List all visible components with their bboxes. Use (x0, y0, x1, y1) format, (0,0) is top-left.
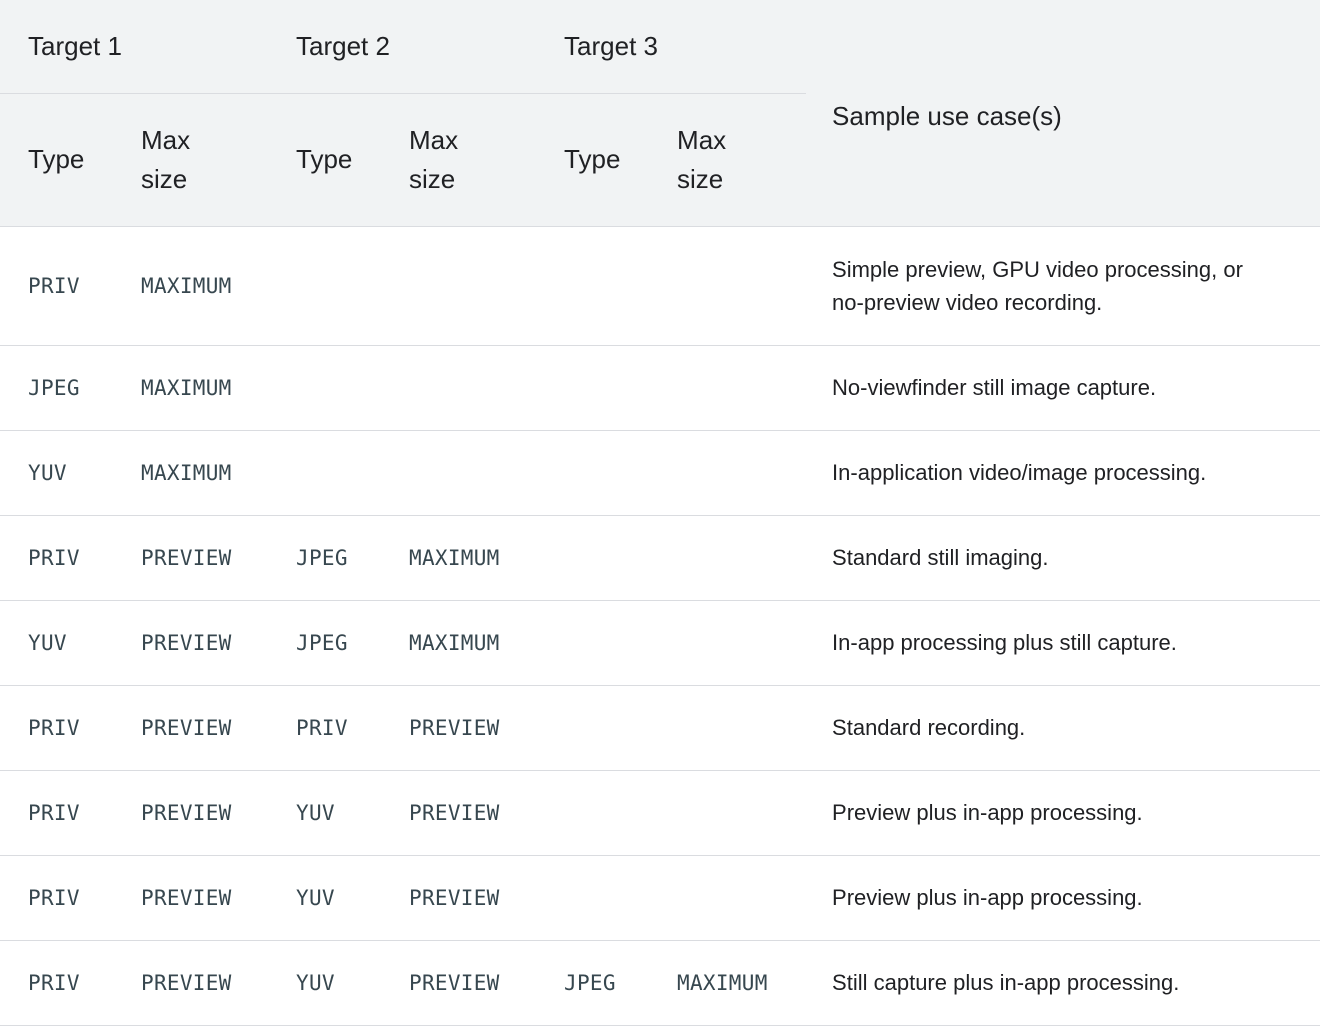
cell-t1-size: MAXIMUM (113, 345, 269, 431)
cell-t2-type: PRIV (268, 685, 382, 771)
max-size-line2: size (141, 163, 188, 194)
table-row: PRIV PREVIEW JPEG MAXIMUM Standard still… (0, 515, 1321, 601)
cell-t3-type (536, 855, 650, 941)
cell-t1-size: MAXIMUM (113, 430, 269, 516)
header-target-3: Target 3 (536, 0, 807, 94)
cell-t2-type (268, 345, 382, 431)
cell-t2-type: JPEG (268, 515, 382, 601)
cell-t2-size: PREVIEW (381, 685, 537, 771)
cell-t3-type (536, 600, 650, 686)
cell-t2-size: PREVIEW (381, 940, 537, 1026)
table-row: PRIV PREVIEW YUV PREVIEW Preview plus in… (0, 770, 1321, 856)
cell-t1-type: PRIV (0, 770, 113, 856)
cell-t1-size: PREVIEW (113, 770, 269, 856)
cell-t2-size: MAXIMUM (381, 600, 537, 686)
cell-t1-type: JPEG (0, 345, 113, 431)
cell-use-case: In-application video/image processing. (806, 430, 1321, 516)
table-row: PRIV PREVIEW YUV PREVIEW JPEG MAXIMUM St… (0, 940, 1321, 1026)
cell-t3-type: JPEG (536, 940, 650, 1026)
cell-t2-size (381, 430, 537, 516)
cell-t3-type (536, 226, 650, 346)
max-size-line1: Max (141, 124, 191, 155)
cell-use-case: No-viewfinder still image capture. (806, 345, 1321, 431)
max-size-line2: size (409, 163, 456, 194)
cell-t3-type (536, 770, 650, 856)
cell-t2-type: JPEG (268, 600, 382, 686)
cell-t2-size: PREVIEW (381, 855, 537, 941)
cell-t3-size (649, 685, 807, 771)
cell-t1-type: YUV (0, 600, 113, 686)
cell-t1-size: PREVIEW (113, 685, 269, 771)
cell-t1-type: PRIV (0, 940, 113, 1026)
cell-t2-type (268, 430, 382, 516)
cell-t3-size: MAXIMUM (649, 940, 807, 1026)
cell-t1-size: PREVIEW (113, 855, 269, 941)
cell-t3-type (536, 345, 650, 431)
cell-use-case: Preview plus in-app processing. (806, 855, 1321, 941)
cell-t3-size (649, 770, 807, 856)
cell-t2-type: YUV (268, 940, 382, 1026)
cell-use-case: Simple preview, GPU video processing, or… (806, 226, 1321, 346)
header-t1-max-size: Max size (113, 93, 269, 227)
cell-t3-size (649, 345, 807, 431)
header-t2-max-size: Max size (381, 93, 537, 227)
table-row: YUV PREVIEW JPEG MAXIMUM In-app processi… (0, 600, 1321, 686)
cell-t1-size: PREVIEW (113, 515, 269, 601)
max-size-line2: size (677, 163, 724, 194)
cell-t3-size (649, 515, 807, 601)
cell-t2-size (381, 226, 537, 346)
table-body: PRIV MAXIMUM Simple preview, GPU video p… (0, 226, 1321, 1026)
header-t3-max-size: Max size (649, 93, 807, 227)
header-target-2: Target 2 (268, 0, 537, 94)
table-row: PRIV PREVIEW YUV PREVIEW Preview plus in… (0, 855, 1321, 941)
cell-t1-type: PRIV (0, 855, 113, 941)
header-row-targets: Target 1 Target 2 Target 3 Sample use ca… (0, 0, 1321, 227)
cell-t1-size: PREVIEW (113, 600, 269, 686)
stream-combinations-table: Target 1 Target 2 Target 3 Sample use ca… (0, 0, 1321, 1026)
cell-t1-type: PRIV (0, 226, 113, 346)
cell-t2-size: MAXIMUM (381, 515, 537, 601)
cell-t1-type: YUV (0, 430, 113, 516)
cell-t3-type (536, 430, 650, 516)
max-size-line1: Max (677, 124, 727, 155)
cell-t1-type: PRIV (0, 685, 113, 771)
cell-use-case: In-app processing plus still capture. (806, 600, 1321, 686)
cell-t3-type (536, 685, 650, 771)
cell-t2-type (268, 226, 382, 346)
cell-t3-type (536, 515, 650, 601)
header-use-case: Sample use case(s) (806, 0, 1321, 227)
cell-use-case: Standard recording. (806, 685, 1321, 771)
table-row: YUV MAXIMUM In-application video/image p… (0, 430, 1321, 516)
cell-use-case: Still capture plus in-app processing. (806, 940, 1321, 1026)
cell-t2-size: PREVIEW (381, 770, 537, 856)
cell-t3-size (649, 226, 807, 346)
header-target-1: Target 1 (0, 0, 269, 94)
cell-t2-type: YUV (268, 855, 382, 941)
cell-use-case: Preview plus in-app processing. (806, 770, 1321, 856)
cell-t3-size (649, 600, 807, 686)
table-header: Target 1 Target 2 Target 3 Sample use ca… (0, 0, 1321, 227)
cell-t2-type: YUV (268, 770, 382, 856)
cell-t2-size (381, 345, 537, 431)
cell-t1-size: PREVIEW (113, 940, 269, 1026)
header-t3-type: Type (536, 93, 650, 227)
max-size-line1: Max (409, 124, 459, 155)
table-row: PRIV MAXIMUM Simple preview, GPU video p… (0, 226, 1321, 346)
table-row: PRIV PREVIEW PRIV PREVIEW Standard recor… (0, 685, 1321, 771)
cell-use-case: Standard still imaging. (806, 515, 1321, 601)
cell-t3-size (649, 430, 807, 516)
cell-t1-size: MAXIMUM (113, 226, 269, 346)
cell-t1-type: PRIV (0, 515, 113, 601)
header-t1-type: Type (0, 93, 113, 227)
header-t2-type: Type (268, 93, 382, 227)
table-row: JPEG MAXIMUM No-viewfinder still image c… (0, 345, 1321, 431)
cell-t3-size (649, 855, 807, 941)
